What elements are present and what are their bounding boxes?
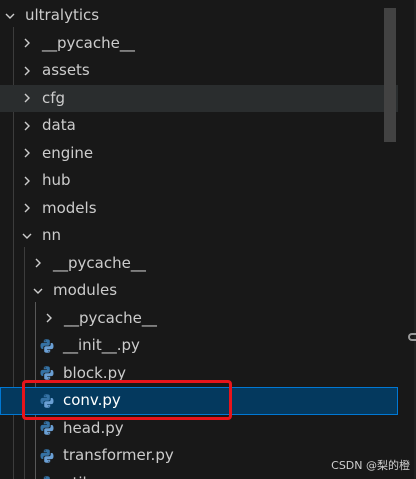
tree-folder-data[interactable]: data (0, 112, 398, 140)
tree-folder-assets[interactable]: assets (0, 57, 398, 85)
panel-resize-handle[interactable] (408, 333, 416, 341)
chevron-down-icon (31, 284, 45, 298)
tree-folder-engine[interactable]: engine (0, 140, 398, 168)
tree-folder-modules[interactable]: modules (0, 277, 398, 305)
tree-folder-nn[interactable]: nn (0, 222, 398, 250)
chevron-right-icon (20, 201, 34, 215)
tree-folder-modules-pycache[interactable]: __pycache__ (0, 305, 398, 333)
chevron-down-icon (3, 9, 17, 23)
chevron-right-icon (20, 91, 34, 105)
tree-item-label: nn (42, 226, 62, 245)
python-icon (39, 420, 55, 436)
tree-item-label: data (42, 116, 76, 135)
scrollbar-thumb[interactable] (384, 8, 396, 142)
python-icon (39, 475, 55, 479)
tree-file-conv-py[interactable]: conv.py (0, 387, 398, 415)
tree-folder-cfg[interactable]: cfg (0, 84, 398, 112)
chevron-right-icon (42, 311, 56, 325)
tree-item-label: modules (53, 281, 118, 300)
chevron-right-icon (20, 119, 34, 133)
tree-folder-nn-pycache[interactable]: __pycache__ (0, 250, 398, 278)
tree-item-label: __pycache__ (64, 308, 157, 327)
tree-item-label: head.py (63, 418, 124, 437)
python-icon (39, 393, 55, 409)
tree-folder-hub[interactable]: hub (0, 167, 398, 195)
watermark: CSDN @梨的橙 (331, 459, 410, 472)
chevron-right-icon (20, 146, 34, 160)
tree-item-label: assets (42, 61, 90, 80)
tree-item-label: models (42, 198, 97, 217)
tree-file-init-py[interactable]: __init__.py (0, 332, 398, 360)
chevron-right-icon (20, 64, 34, 78)
chevron-right-icon (20, 36, 34, 50)
tree-item-label: utils.py (63, 470, 118, 479)
file-explorer: ultralytics __pycache__ assets cfg data … (0, 0, 416, 479)
tree-folder-pycache[interactable]: __pycache__ (0, 30, 398, 58)
python-icon (39, 365, 55, 381)
tree-folder-models[interactable]: models (0, 195, 398, 223)
tree-item-label: __pycache__ (53, 253, 146, 272)
tree-item-label: hub (42, 171, 71, 190)
tree-item-label: conv.py (63, 391, 121, 410)
tree-item-label: block.py (63, 363, 126, 382)
tree-file-head-py[interactable]: head.py (0, 415, 398, 443)
tree-item-label: transformer.py (63, 446, 174, 465)
tree-file-block-py[interactable]: block.py (0, 360, 398, 388)
chevron-down-icon (20, 229, 34, 243)
tree-item-label: engine (42, 143, 94, 162)
tree-folder-ultralytics[interactable]: ultralytics (0, 2, 398, 30)
tree-item-label: __init__.py (63, 336, 140, 355)
tree-item-label: cfg (42, 88, 66, 107)
tree-item-label: ultralytics (25, 6, 100, 25)
python-icon (39, 448, 55, 464)
chevron-right-icon (31, 256, 45, 270)
python-icon (39, 338, 55, 354)
chevron-right-icon (20, 174, 34, 188)
tree-item-label: __pycache__ (42, 33, 135, 52)
